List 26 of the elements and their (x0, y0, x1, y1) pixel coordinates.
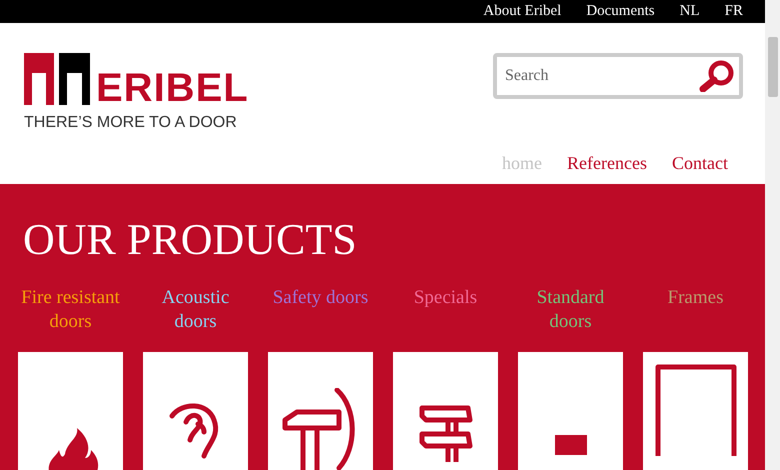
category-label[interactable]: Standard doors (514, 286, 626, 342)
product-card[interactable] (268, 352, 373, 470)
top-link[interactable]: FR (724, 0, 743, 22)
section-title: OUR PRODUCTS (23, 218, 358, 262)
door-frame-icon (654, 364, 736, 456)
top-link[interactable]: Documents (586, 0, 655, 22)
category-label[interactable]: Specials (390, 286, 502, 342)
logo-doors-icon (24, 52, 90, 104)
top-link[interactable]: NL (680, 0, 700, 22)
category-label[interactable]: Acoustic doors (140, 286, 252, 342)
square-icon (554, 434, 586, 454)
scrollbar[interactable] (765, 0, 780, 470)
search-field[interactable]: Search (493, 52, 743, 98)
top-link[interactable]: About Eribel (483, 0, 562, 22)
product-card[interactable] (143, 352, 248, 470)
product-card[interactable] (518, 352, 623, 470)
logo-tagline: THERE’S MORE TO A DOOR (24, 112, 238, 132)
category-label[interactable]: Fire resistant doors (14, 286, 126, 342)
category-label[interactable]: Frames (640, 286, 752, 342)
product-card[interactable] (643, 352, 748, 470)
nav-link[interactable]: Contact (672, 150, 728, 174)
logo-name: ERIBEL (96, 70, 249, 104)
product-card[interactable] (18, 352, 123, 470)
search-icon[interactable] (699, 60, 735, 92)
nav-link[interactable]: References (567, 150, 647, 174)
product-card[interactable] (393, 352, 498, 470)
